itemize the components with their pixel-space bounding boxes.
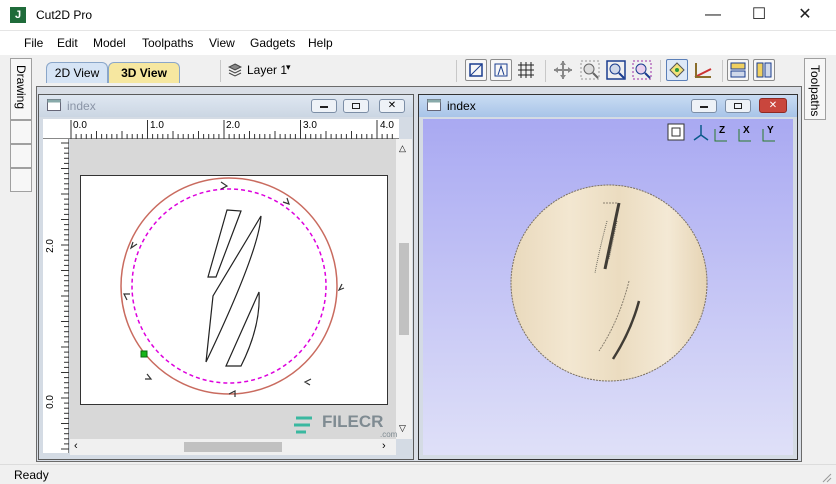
zoom-selection-icon[interactable]: [631, 59, 653, 81]
drawing-canvas[interactable]: [70, 139, 396, 439]
vertical-scroll-thumb[interactable]: [399, 243, 409, 335]
view-3d-canvas[interactable]: Z X Y: [423, 119, 793, 455]
menu-view[interactable]: View: [209, 36, 235, 50]
child-minimize-button[interactable]: [311, 99, 337, 113]
fit-view-icon[interactable]: [667, 123, 685, 141]
ruler-label-3: 3.0: [303, 120, 317, 131]
drawing-vectors: [120, 177, 345, 397]
menu-help[interactable]: Help: [308, 36, 333, 50]
ruler-label-1: 1.0: [150, 120, 164, 131]
ruler-vertical: 2.0 0.0: [43, 139, 69, 453]
ruler-label-y-0: 0.0: [45, 395, 56, 409]
layers-icon: [228, 63, 242, 77]
material-shading-icon[interactable]: [666, 59, 688, 81]
layer-label: Layer 1: [247, 63, 288, 77]
horizontal-scroll-thumb[interactable]: [184, 442, 282, 452]
window-title: Cut2D Pro: [36, 8, 93, 22]
minimize-button[interactable]: —: [690, 0, 736, 31]
material-sheet: [80, 175, 388, 405]
resize-grip-icon[interactable]: [820, 471, 832, 483]
menu-toolpaths[interactable]: Toolpaths: [142, 36, 193, 50]
scroll-up-icon[interactable]: △: [399, 143, 406, 154]
pocket-shape-bottom: [225, 291, 260, 367]
drawing-tab[interactable]: Drawing: [10, 58, 32, 120]
zoom-icon[interactable]: [579, 59, 601, 81]
pocket-shape-middle: [205, 215, 262, 363]
toolpaths-tab[interactable]: Toolpaths: [804, 58, 826, 120]
watermark-sub: .com: [380, 430, 398, 439]
toolpaths-tab-label: Toolpaths: [808, 65, 822, 117]
maximize-button[interactable]: ☐: [736, 0, 782, 31]
layer-dropdown[interactable]: Layer 1 ▾: [228, 62, 318, 80]
node-edit-tool-icon[interactable]: [490, 59, 512, 81]
view-3d-title: index: [447, 99, 476, 113]
tab-2d-view[interactable]: 2D View: [46, 62, 108, 83]
child-minimize-button[interactable]: [691, 99, 717, 113]
menu-bar: File Edit Model Toolpaths View Gadgets H…: [0, 31, 836, 55]
close-button[interactable]: ✕: [782, 0, 828, 31]
toolbar-separator: [722, 60, 723, 82]
vertical-scrollbar[interactable]: △ ▽: [396, 139, 412, 439]
menu-model[interactable]: Model: [93, 36, 126, 50]
toolbar-separator: [220, 60, 221, 82]
scroll-left-icon[interactable]: ‹: [74, 440, 78, 452]
scroll-right-icon[interactable]: ›: [382, 440, 386, 452]
watermark-text: FILECR: [322, 412, 384, 431]
ruler-horizontal: 0.0 1.0 2.0 3.0 4.0: [43, 119, 399, 139]
watermark-logo-icon: [294, 416, 312, 434]
toolbar-separator: [456, 60, 457, 82]
view-3d-titlebar: index ✕: [419, 95, 797, 117]
child-close-button[interactable]: ✕: [759, 98, 787, 113]
view-2d-window: index ✕ 0.0 1.0 2.0 3.0 4.0 2.0 0.0 △ ▽ …: [38, 94, 414, 460]
iso-view-icon[interactable]: [691, 123, 711, 143]
menu-gadgets[interactable]: Gadgets: [250, 36, 295, 50]
child-close-button[interactable]: ✕: [379, 99, 405, 113]
ruler-ticks-top: [70, 120, 393, 139]
status-bar: Ready: [0, 464, 836, 484]
toolpath-preview-icon[interactable]: [692, 59, 714, 81]
side-tab-blank-2[interactable]: [10, 144, 32, 168]
view-3d-window: index ✕ Z X Y: [418, 94, 798, 460]
horizontal-scrollbar[interactable]: ‹ ›: [70, 439, 396, 455]
toolbar-separator: [545, 60, 546, 82]
pan-icon[interactable]: [552, 59, 574, 81]
ruler-label-0: 0.0: [73, 120, 87, 131]
drawing-tab-label: Drawing: [14, 65, 28, 110]
ruler-label-4: 4.0: [380, 120, 394, 131]
wood-disc-render: [510, 184, 708, 382]
menu-file[interactable]: File: [24, 36, 43, 50]
draw-rectangle-tool-icon[interactable]: [465, 59, 487, 81]
status-text: Ready: [14, 468, 49, 482]
title-bar: J Cut2D Pro — ☐ ✕: [0, 0, 836, 31]
window-icon: [47, 99, 61, 111]
app-logo-icon: J: [10, 7, 26, 23]
tile-vertical-icon[interactable]: [753, 59, 775, 81]
ruler-label-y-2: 2.0: [45, 239, 56, 253]
side-tab-blank-1[interactable]: [10, 120, 32, 144]
view-2d-titlebar: index ✕: [39, 95, 413, 117]
zoom-extents-icon[interactable]: [605, 59, 627, 81]
tab-3d-view[interactable]: 3D View: [108, 62, 180, 83]
child-restore-button[interactable]: [725, 99, 751, 113]
left-side-panel: Drawing: [10, 58, 32, 192]
chevron-down-icon: ▾: [286, 62, 291, 72]
tile-horizontal-icon[interactable]: [727, 59, 749, 81]
offset-vector: [131, 188, 327, 384]
menu-edit[interactable]: Edit: [57, 36, 78, 50]
watermark: FILECR .com: [292, 410, 412, 440]
toolbar-separator: [660, 60, 661, 82]
side-tab-blank-3[interactable]: [10, 168, 32, 192]
child-restore-button[interactable]: [343, 99, 369, 113]
start-point-marker[interactable]: [140, 350, 148, 358]
pocket-shape-top-left: [207, 209, 242, 278]
window-icon: [427, 99, 441, 111]
grid-icon[interactable]: [515, 59, 537, 81]
axis-arrows: [714, 129, 775, 142]
ruler-label-2: 2.0: [226, 120, 240, 131]
direction-arrows: [123, 181, 345, 397]
view-2d-title: index: [67, 99, 96, 113]
